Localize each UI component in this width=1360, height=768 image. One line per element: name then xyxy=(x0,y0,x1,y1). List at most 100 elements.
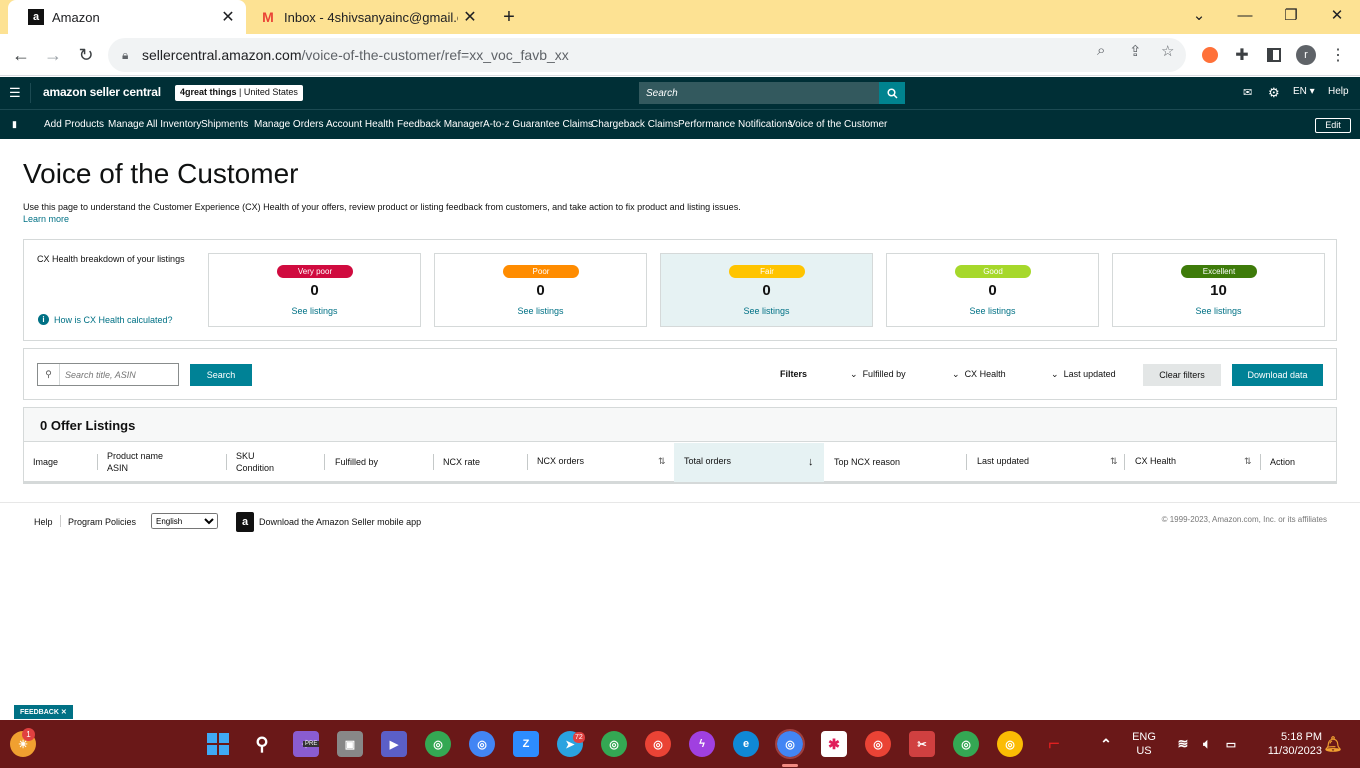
extensions-puzzle-icon[interactable]: ✚ xyxy=(1231,44,1253,66)
meet-icon[interactable]: ▶ xyxy=(381,731,407,757)
clock[interactable]: 5:18 PM 11/30/2023 xyxy=(1250,730,1322,758)
nav-chargeback-claims[interactable]: Chargeback Claims xyxy=(591,119,678,130)
search-icon[interactable]: ⚲ xyxy=(249,731,275,757)
cx-card-very-poor[interactable]: Very poor 0 See listings xyxy=(208,253,421,327)
sort-toggle-icon[interactable]: ⇅ xyxy=(658,456,666,467)
mail-icon[interactable]: ✉ xyxy=(1243,86,1252,99)
filter-fulfilled-by[interactable]: ⌄ Fulfilled by xyxy=(850,369,906,380)
nav-shipments[interactable]: Shipments xyxy=(201,119,248,130)
notification-bell-icon[interactable]: 🔔︎ xyxy=(1320,731,1346,757)
header-search-button[interactable] xyxy=(879,82,905,104)
chevron-up-icon[interactable]: ⌃ xyxy=(1093,731,1119,757)
chrome-profile-icon[interactable]: ◎ xyxy=(425,731,451,757)
sort-toggle-icon[interactable]: ⇅ xyxy=(1244,456,1252,467)
chrome-profile-icon[interactable]: ◎ xyxy=(997,731,1023,757)
store-switcher[interactable]: 4great things | United States xyxy=(175,85,303,101)
chrome-profile-icon[interactable]: ◎ xyxy=(601,731,627,757)
bookmark-icon[interactable]: ▮ xyxy=(12,119,17,130)
close-window-icon[interactable]: ✕ xyxy=(1314,0,1360,30)
filter-cx-health[interactable]: ⌄ CX Health xyxy=(952,369,1006,380)
tab-close-icon[interactable]: ✕ xyxy=(458,7,482,27)
wifi-icon[interactable]: ≋ xyxy=(1170,731,1196,757)
seller-central-logo[interactable]: amazon seller central xyxy=(43,85,161,99)
task-view-icon[interactable]: ▣ xyxy=(337,731,363,757)
battery-icon[interactable]: ▭ xyxy=(1218,731,1244,757)
column-header-total-orders[interactable]: Total orders xyxy=(684,455,731,467)
column-header-cx-health[interactable]: CX Health xyxy=(1135,455,1176,467)
filter-last-updated[interactable]: ⌄ Last updated xyxy=(1051,369,1116,380)
tab-close-icon[interactable]: ✕ xyxy=(216,7,240,27)
see-listings-link[interactable]: See listings xyxy=(661,306,872,316)
cx-health-how-link[interactable]: i How is CX Health calculated? xyxy=(38,314,173,325)
column-header-product[interactable]: Product name ASIN xyxy=(107,450,163,474)
edge-icon[interactable]: e xyxy=(733,731,759,757)
header-search-input[interactable]: Search xyxy=(639,82,879,104)
new-tab-button[interactable]: + xyxy=(494,0,524,34)
chrome-profile-icon[interactable]: ◎ xyxy=(953,731,979,757)
reload-icon[interactable]: ↻ xyxy=(73,42,99,68)
sort-descending-icon[interactable]: ↓ xyxy=(808,456,814,468)
nav-manage-inventory[interactable]: Manage All Inventory xyxy=(108,119,201,130)
sidepanel-icon[interactable] xyxy=(1263,44,1285,66)
learn-more-link[interactable]: Learn more xyxy=(23,214,69,224)
nav-feedback-manager[interactable]: Feedback Manager xyxy=(397,119,483,130)
column-header-ncx-orders[interactable]: NCX orders xyxy=(537,455,584,467)
forward-icon[interactable]: → xyxy=(40,42,66,68)
cx-card-excellent[interactable]: Excellent 10 See listings xyxy=(1112,253,1325,327)
security-app-icon[interactable]: ⌐ xyxy=(1041,731,1067,757)
nav-voice-of-customer[interactable]: Voice of the Customer xyxy=(789,119,887,130)
column-header-last-updated[interactable]: Last updated xyxy=(977,455,1029,467)
cx-card-poor[interactable]: Poor 0 See listings xyxy=(434,253,647,327)
windows-start-icon[interactable] xyxy=(205,731,231,757)
see-listings-link[interactable]: See listings xyxy=(435,306,646,316)
feedback-tab[interactable]: FEEDBACK ✕ xyxy=(14,705,73,719)
column-header-ncx-rate[interactable]: NCX rate xyxy=(443,456,480,468)
column-header-sku[interactable]: SKU Condition xyxy=(236,450,274,474)
nav-add-products[interactable]: Add Products xyxy=(44,119,104,130)
nav-atoz-claims[interactable]: A-to-z Guarantee Claims xyxy=(483,119,593,130)
program-policies-link[interactable]: Program Policies xyxy=(68,517,136,527)
download-data-button[interactable]: Download data xyxy=(1232,364,1323,386)
bookmark-star-icon[interactable]: ☆ xyxy=(1161,42,1174,60)
url-input[interactable]: 🔒︎ sellercentral.amazon.com/voice-of-the… xyxy=(108,38,1186,72)
zoom-icon[interactable]: ⌕ xyxy=(1097,42,1105,59)
back-icon[interactable]: ← xyxy=(8,42,34,68)
cx-card-good[interactable]: Good 0 See listings xyxy=(886,253,1099,327)
language-selector[interactable]: EN ▾ xyxy=(1293,86,1315,97)
restore-icon[interactable]: ❐ xyxy=(1268,0,1314,30)
see-listings-link[interactable]: See listings xyxy=(1113,306,1324,316)
clear-filters-button[interactable]: Clear filters xyxy=(1143,364,1221,386)
mobile-app-link[interactable]: Download the Amazon Seller mobile app xyxy=(259,517,421,527)
listing-search-input[interactable] xyxy=(60,369,176,380)
see-listings-link[interactable]: See listings xyxy=(209,306,420,316)
edit-nav-button[interactable]: Edit xyxy=(1315,118,1351,133)
tab-gmail[interactable]: M Inbox - 4shivsanyainc@gmail.co ✕ xyxy=(240,0,488,34)
search-button[interactable]: Search xyxy=(190,364,252,386)
nav-performance-notifications[interactable]: Performance Notifications xyxy=(678,119,793,130)
chrome-profile-icon[interactable]: ◎ xyxy=(645,731,671,757)
help-link[interactable]: Help xyxy=(1328,86,1349,97)
input-language-indicator[interactable]: ENG US xyxy=(1126,730,1162,758)
messenger-icon[interactable]: ϟ xyxy=(689,731,715,757)
hamburger-menu-icon[interactable]: ☰ xyxy=(9,85,21,101)
extension-firefox-icon[interactable] xyxy=(1199,44,1221,66)
browser-menu-icon[interactable]: ⋮ xyxy=(1327,44,1349,66)
profile-avatar[interactable]: r xyxy=(1295,44,1317,66)
column-header-top-ncx-reason[interactable]: Top NCX reason xyxy=(834,456,900,468)
snipping-tool-icon[interactable]: ✂ xyxy=(909,731,935,757)
cx-card-fair[interactable]: Fair 0 See listings xyxy=(660,253,873,327)
column-header-fulfilled-by[interactable]: Fulfilled by xyxy=(335,456,378,468)
chrome-active-icon[interactable]: ◎ xyxy=(775,729,805,759)
volume-icon[interactable]: 🔈︎ xyxy=(1194,731,1220,757)
share-icon[interactable]: ⇪ xyxy=(1129,42,1142,60)
minimize-icon[interactable]: — xyxy=(1222,0,1268,30)
zoom-app-icon[interactable]: Z xyxy=(513,731,539,757)
slack-icon[interactable]: ✱ xyxy=(821,731,847,757)
nav-account-health[interactable]: Account Health xyxy=(326,119,394,130)
tab-amazon[interactable]: a Amazon ✕ xyxy=(8,0,246,34)
footer-help-link[interactable]: Help xyxy=(34,517,53,527)
sort-toggle-icon[interactable]: ⇅ xyxy=(1110,456,1118,467)
chrome-profile-icon[interactable]: ◎ xyxy=(865,731,891,757)
nav-manage-orders[interactable]: Manage Orders xyxy=(254,119,323,130)
see-listings-link[interactable]: See listings xyxy=(887,306,1098,316)
